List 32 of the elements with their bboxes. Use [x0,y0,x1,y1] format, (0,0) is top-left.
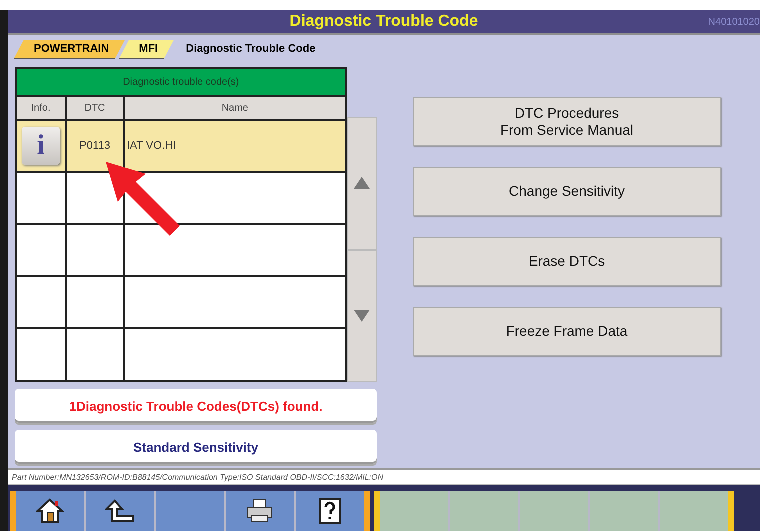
breadcrumb-tab[interactable]: MFI [119,40,174,59]
toolbar-button[interactable] [86,491,154,531]
column-header: Info. [17,97,67,119]
help-icon [319,498,341,524]
action-button[interactable]: Freeze Frame Data [413,307,721,356]
table-title: Diagnostic trouble code(s) [17,69,346,97]
up-arrow-icon [105,499,135,523]
scroll-up-button[interactable] [347,117,377,250]
toolbar-button[interactable] [226,491,294,531]
breadcrumb-current: Diagnostic Trouble Code [185,42,317,57]
name-cell: IAT VO.HI [125,121,346,171]
printer-icon [246,498,274,524]
dtc-cell: P0113 [67,121,125,171]
status-bar: Part Number:MN132653/ROM-ID:B88145/Communication Type:ISO Standard OBD-II/SCC:1632/MIL:ON [8,468,760,485]
toolbar-button[interactable] [296,491,364,531]
dtc-row[interactable]: i P0113 IAT VO.HI [17,121,346,173]
action-button[interactable]: Erase DTCs [413,237,721,286]
home-icon [36,498,64,524]
up-triangle-icon [354,177,370,190]
column-header: Name [125,97,346,119]
info-button[interactable]: i [22,127,60,165]
action-button[interactable]: DTC Procedures From Service Manual [413,97,721,146]
action-button[interactable]: Change Sensitivity [413,167,721,216]
down-triangle-icon [354,310,370,322]
message-box: Standard Sensitivity [15,430,377,464]
screen-code: N40101020 [708,17,760,28]
message-box: 1Diagnostic Trouble Codes(DTCs) found. [15,389,377,423]
toolbar-button[interactable] [16,491,84,531]
column-header: DTC [67,97,125,119]
window-title: Diagnostic Trouble Code [290,12,478,30]
breadcrumb-tab[interactable]: POWERTRAIN [14,40,126,59]
scroll-down-button[interactable] [347,250,377,382]
